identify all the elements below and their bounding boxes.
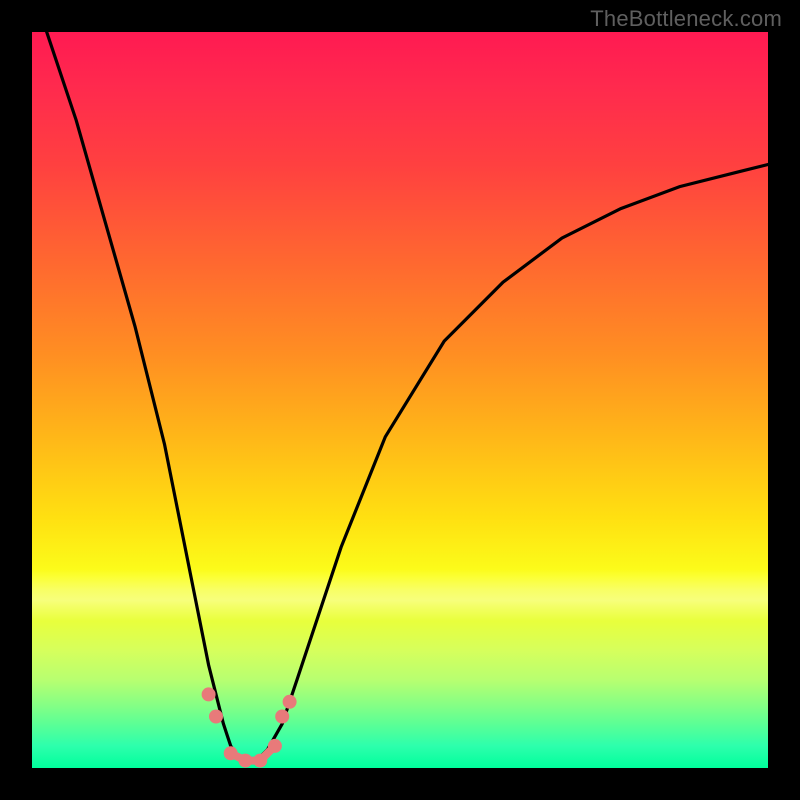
bottleneck-curve-path: [47, 32, 768, 761]
outer-frame: TheBottleneck.com: [0, 0, 800, 800]
marker-dot: [283, 695, 297, 709]
chart-plot-area: [32, 32, 768, 768]
marker-dot: [275, 710, 289, 724]
curve-layer: [32, 32, 768, 768]
watermark-text: TheBottleneck.com: [590, 6, 782, 32]
marker-dot: [209, 710, 223, 724]
marker-connector: [231, 746, 275, 761]
marker-dot: [202, 687, 216, 701]
